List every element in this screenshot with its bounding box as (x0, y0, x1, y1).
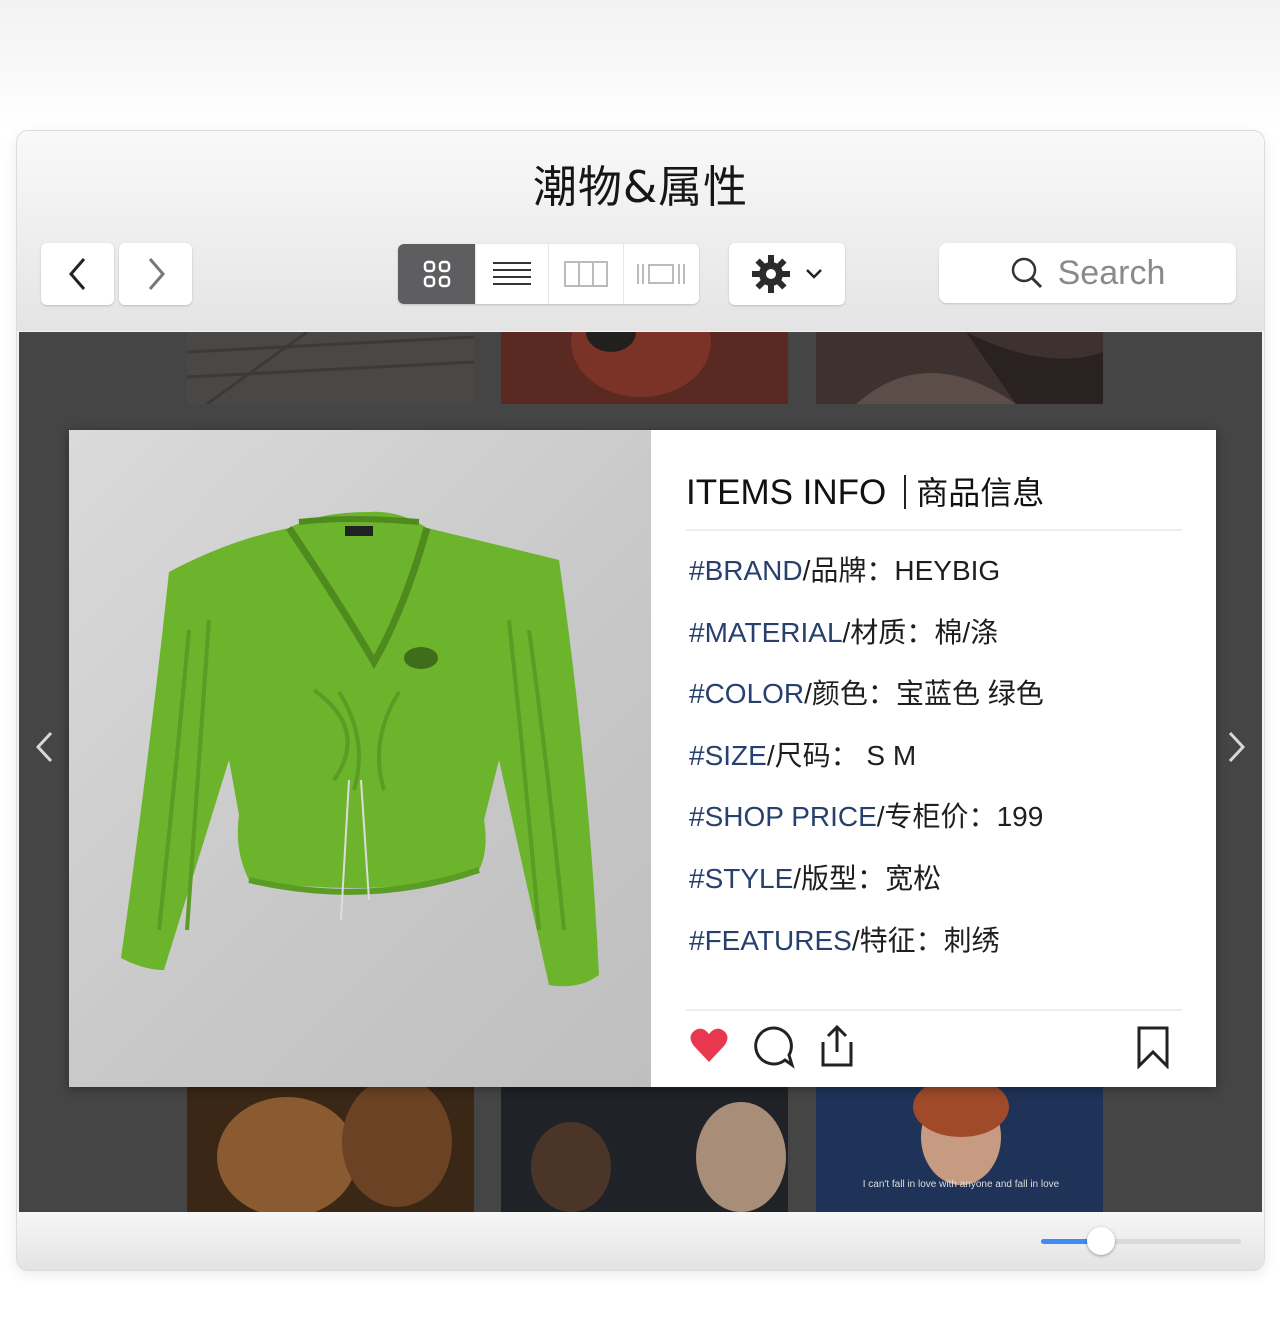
chevron-right-icon (148, 258, 165, 290)
grid-view-button[interactable] (398, 244, 477, 304)
gear-icon (752, 255, 790, 293)
background-thumbnail[interactable] (501, 332, 788, 404)
search-icon (1011, 257, 1042, 289)
style-label: /版型： (793, 863, 886, 894)
background-thumbnail[interactable] (187, 1087, 474, 1212)
material-tag-link[interactable]: #MATERIAL (689, 617, 843, 648)
product-image[interactable] (69, 430, 651, 1087)
back-button[interactable] (41, 243, 114, 305)
bookmark-icon[interactable] (1136, 1025, 1170, 1069)
features-tag-link[interactable]: #FEATURES (689, 925, 852, 956)
features-label: /特征： (851, 925, 944, 956)
color-value: 宝蓝色 绿色 (895, 678, 1044, 709)
shop-price-tag-link[interactable]: #SHOP PRICE (689, 801, 877, 832)
heart-icon[interactable] (689, 1026, 729, 1064)
thumbnail-subtitle: I can't fall in love with anyone and fal… (863, 1179, 1060, 1190)
background-thumbnail[interactable] (187, 332, 474, 404)
list-view-button[interactable] (476, 244, 550, 304)
item-detail-card: ITEMS INFO 商品信息 #BRAND/品牌：HEYBIG #MATERIA… (69, 430, 1216, 1087)
green-sweater-image (121, 511, 599, 987)
info-row-material: #MATERIAL/材质：棉/涤 (689, 611, 998, 651)
brand-value: HEYBIG (894, 555, 1001, 586)
chevron-left-icon (68, 258, 85, 290)
brand-tag-link[interactable]: #BRAND (689, 555, 803, 586)
actions-divider-line (686, 1009, 1182, 1011)
search-field[interactable]: Search (939, 243, 1236, 303)
app-window: 潮物&属性 Search I can't fall in love with a… (16, 130, 1265, 1271)
shop-price-value: 199 (996, 801, 1044, 832)
info-row-features: #FEATURES/特征：刺绣 (689, 919, 1000, 959)
column-view-button[interactable] (549, 244, 624, 304)
material-value: 棉/涤 (934, 617, 999, 648)
info-row-color: #COLOR/颜色：宝蓝色 绿色 (689, 672, 1044, 712)
size-value: S M (858, 740, 917, 771)
features-value: 刺绣 (943, 925, 1000, 956)
zoom-slider[interactable] (1041, 1227, 1241, 1255)
titlebar: 潮物&属性 Search (17, 131, 1264, 331)
material-label: /材质： (842, 617, 935, 648)
chevron-down-icon (806, 269, 822, 279)
next-item-arrow-icon[interactable] (1222, 727, 1252, 767)
item-info-panel: ITEMS INFO 商品信息 #BRAND/品牌：HEYBIG #MATERIA… (651, 430, 1216, 1087)
grid-view-icon (423, 260, 450, 288)
forward-button[interactable] (119, 243, 192, 305)
info-row-size: #SIZE/尺码： S M (689, 734, 916, 774)
style-tag-link[interactable]: #STYLE (689, 863, 793, 894)
bottom-bar (17, 1212, 1264, 1270)
previous-item-arrow-icon[interactable] (29, 727, 59, 767)
list-view-icon (493, 262, 532, 285)
settings-menu-button[interactable] (729, 243, 845, 305)
items-info-header: ITEMS INFO 商品信息 (686, 468, 1044, 514)
size-label: /尺码： (766, 740, 859, 771)
items-info-title-cn: 商品信息 (916, 475, 1045, 511)
comment-icon[interactable] (751, 1025, 795, 1069)
shop-price-label: /专柜价： (876, 801, 997, 832)
size-tag-link[interactable]: #SIZE (689, 740, 767, 771)
share-icon[interactable] (817, 1024, 857, 1068)
view-mode-control (398, 244, 699, 304)
search-placeholder: Search (1057, 253, 1166, 292)
window-title: 潮物&属性 (532, 162, 749, 213)
zoom-slider-knob[interactable] (1087, 1227, 1115, 1255)
brand-label: /品牌： (802, 555, 895, 586)
header-divider (904, 475, 907, 509)
column-view-icon (564, 261, 609, 287)
cover-flow-icon (637, 264, 686, 284)
style-value: 宽松 (885, 863, 942, 894)
background-thumbnail[interactable]: I can't fall in love with anyone and fal… (816, 1087, 1103, 1212)
color-label: /颜色： (804, 678, 896, 709)
info-row-style: #STYLE/版型：宽松 (689, 857, 941, 897)
header-divider-line (686, 529, 1182, 531)
info-row-brand: #BRAND/品牌：HEYBIG (689, 549, 1000, 589)
color-tag-link[interactable]: #COLOR (689, 678, 804, 709)
info-row-shop-price: #SHOP PRICE/专柜价：199 (689, 795, 1043, 835)
background-thumbnail[interactable] (501, 1087, 788, 1212)
items-info-title: ITEMS INFO (686, 473, 887, 512)
background-thumbnail[interactable] (816, 332, 1103, 404)
content-area: I can't fall in love with anyone and fal… (19, 332, 1262, 1212)
cover-flow-button[interactable] (624, 244, 699, 304)
